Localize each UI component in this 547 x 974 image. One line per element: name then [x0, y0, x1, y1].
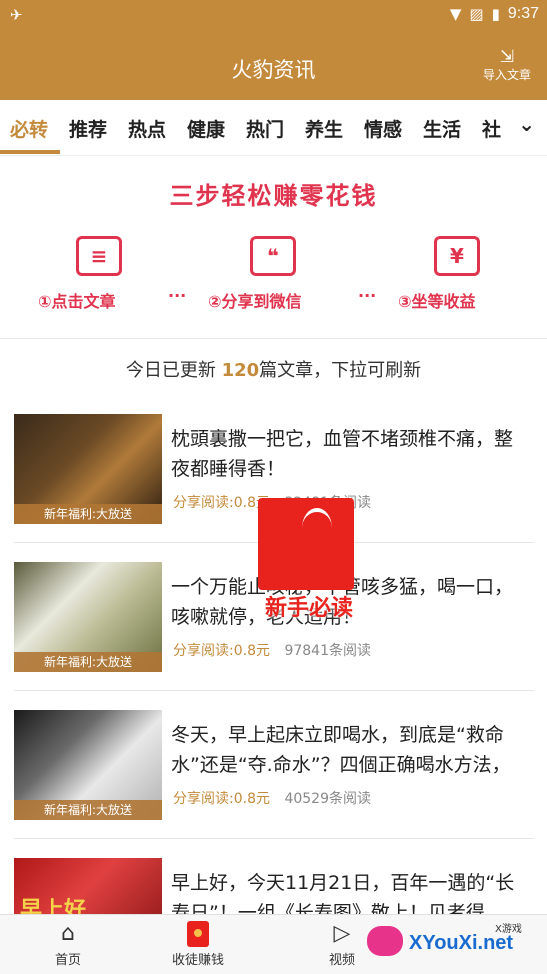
notification-icon: ✈ [10, 6, 23, 24]
read-count: 40529条阅读 [284, 791, 371, 807]
gamepad-icon [367, 926, 403, 956]
article-thumbnail: 新年福利:大放送 [14, 562, 162, 672]
wechat-icon: ❝ [250, 236, 296, 276]
banner-title: 三步轻松赚零花钱 [169, 182, 378, 210]
active-tab-indicator [0, 150, 60, 154]
tab-jiankang[interactable]: 健康 [187, 115, 225, 142]
nav-home[interactable]: ⌂ 首页 [28, 919, 108, 968]
page-title: 火豹资讯 [231, 58, 316, 82]
beginner-guide-badge[interactable]: 新手必读 [246, 488, 372, 628]
wifi-icon: ▼ [449, 5, 462, 23]
article-item[interactable]: 新年福利:大放送 冬天，早上起床立即喝水，到底是“救命水”还是“夺.命水”？四個… [0, 710, 547, 858]
update-notice: 今日已更新 120篇文章，下拉可刷新 [0, 356, 547, 382]
how-to-earn-banner[interactable]: 三步轻松赚零花钱 ≡ ❝ ¥ ①点击文章 ··· ②分享到微信 ··· ③坐等收… [0, 156, 547, 339]
step-1-label: ①点击文章 [38, 292, 116, 311]
article-tag: 新年福利:大放送 [14, 652, 162, 672]
no-sim-icon: ▨ [469, 5, 484, 23]
tab-qinggan[interactable]: 情感 [364, 115, 402, 142]
nav-recruit-earn[interactable]: 收徒赚钱 [158, 919, 238, 968]
update-prefix: 今日已更新 [125, 360, 216, 381]
tab-she[interactable]: 社 [482, 115, 501, 142]
article-tag: 新年福利:大放送 [14, 504, 162, 524]
chevron-down-icon[interactable]: ⌄ [518, 112, 535, 136]
divider [14, 838, 534, 839]
tab-remen[interactable]: 热门 [246, 115, 284, 142]
import-icon: ⇲ [499, 47, 515, 67]
step-separator: ··· [168, 286, 187, 305]
article-headline: 枕頭裏撒一把它，血管不堵颈椎不痛，整夜都睡得香！ [171, 428, 514, 480]
update-count: 120 [221, 360, 260, 381]
step-2-label: ②分享到微信 [208, 292, 302, 311]
watermark-brand: XYouXi.net [409, 932, 514, 954]
update-suffix: 篇文章，下拉可刷新 [259, 360, 422, 381]
article-meta: 分享阅读:0.8元 97841条阅读 [173, 640, 371, 660]
tab-redian[interactable]: 热点 [128, 115, 166, 142]
site-watermark: XYouXi.net X游戏 [367, 920, 537, 968]
nav-video-label: 视频 [328, 953, 355, 968]
share-reward: 分享阅读:0.8元 [173, 643, 270, 659]
nav-home-label: 首页 [54, 953, 81, 968]
nav-recruit-label: 收徒赚钱 [171, 953, 224, 968]
home-icon: ⌂ [61, 921, 75, 946]
yuan-icon: ¥ [434, 236, 480, 276]
article-thumbnail: 新年福利:大放送 [14, 710, 162, 820]
share-reward: 分享阅读:0.8元 [173, 791, 270, 807]
tab-yangsheng[interactable]: 养生 [305, 115, 343, 142]
beginner-guide-label: 新手必读 [264, 596, 353, 621]
battery-icon: ▮ [491, 5, 500, 23]
app-header: 火豹资讯 ⇲ 导入文章 [0, 30, 547, 100]
article-headline: 冬天，早上起床立即喝水，到底是“救命水”还是“夺.命水”？四個正确喝水方法， [171, 724, 511, 776]
red-packet-icon [187, 921, 209, 947]
category-tabs: 必转 推荐 热点 健康 热门 养生 情感 生活 社 ⌄ [0, 100, 547, 156]
step-separator: ··· [358, 286, 377, 305]
tab-bizhuan[interactable]: 必转 [10, 115, 48, 142]
status-time: 9:37 [507, 5, 539, 22]
import-label: 导入文章 [482, 68, 531, 82]
article-thumbnail: 新年福利:大放送 [14, 414, 162, 524]
thumbnail-caption: 早上好 [20, 898, 87, 914]
article-thumbnail: 早上好 [14, 858, 162, 914]
watermark-small: X游戏 [495, 924, 522, 935]
article-meta: 分享阅读:0.8元 40529条阅读 [173, 788, 371, 808]
read-count: 97841条阅读 [284, 643, 371, 659]
divider [14, 690, 534, 691]
article-headline: 早上好，今天11月21日，百年一遇的“长寿日”！一组《长寿图》敬上！见者得 [171, 872, 515, 914]
tab-shenghuo[interactable]: 生活 [423, 115, 461, 142]
book-page-mark [302, 508, 332, 548]
status-icons: ▼ ▨ ▮ 9:37 [450, 5, 539, 23]
article-icon: ≡ [76, 236, 122, 276]
import-article-button[interactable]: ⇲ 导入文章 [477, 48, 537, 83]
article-tag: 新年福利:大放送 [14, 800, 162, 820]
article-item[interactable]: 早上好 早上好，今天11月21日，百年一遇的“长寿日”！一组《长寿图》敬上！见者… [0, 858, 547, 914]
tab-tuijian[interactable]: 推荐 [69, 115, 107, 142]
step-3-label: ③坐等收益 [398, 292, 476, 311]
status-bar: ✈ ▼ ▨ ▮ 9:37 [0, 0, 547, 30]
